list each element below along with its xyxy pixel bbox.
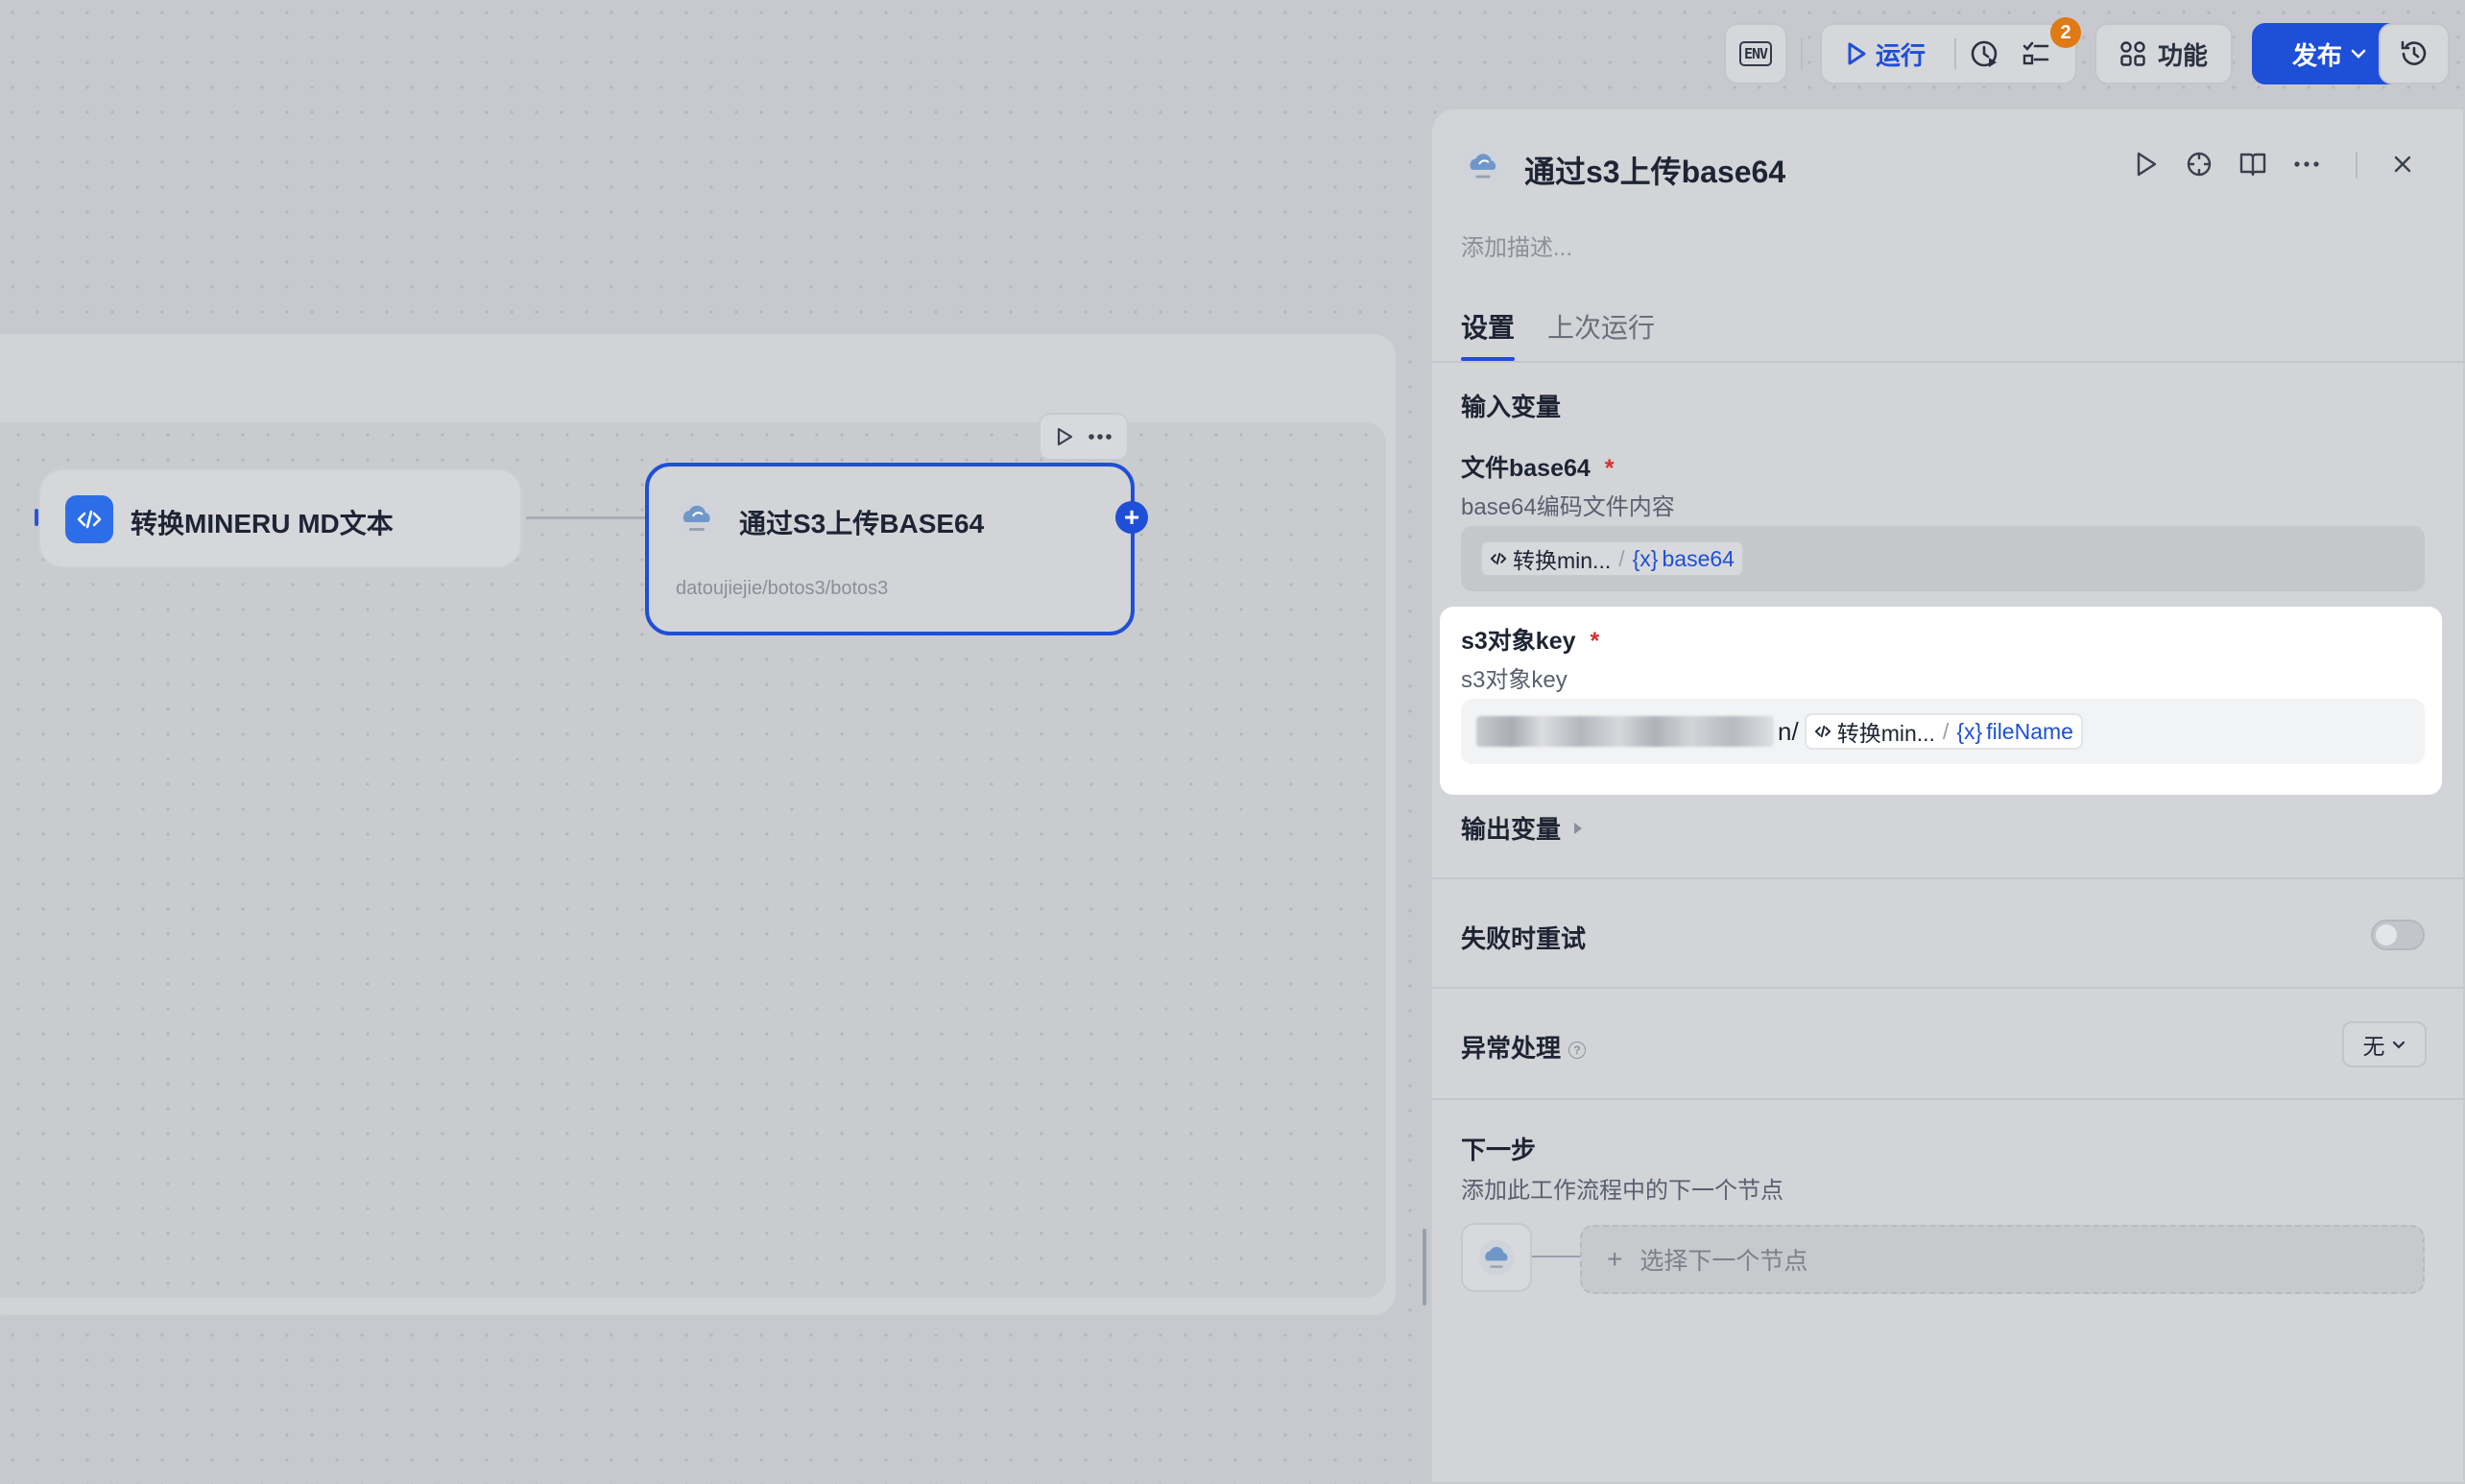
chip-variable-name: fileName	[1986, 718, 2073, 744]
env-icon: ENV	[1738, 41, 1773, 66]
variable-icon: {x}	[1956, 718, 1983, 744]
chevron-down-icon	[2392, 1041, 2405, 1049]
caret-right-icon	[1574, 822, 1583, 834]
toggle-knob	[2376, 924, 2397, 945]
panel-resize-handle[interactable]	[1423, 1229, 1426, 1305]
retry-label: 失败时重试	[1461, 924, 1587, 953]
play-icon[interactable]	[1054, 426, 1075, 447]
select-next-node-label: 选择下一个节点	[1639, 1248, 1808, 1275]
code-icon	[1490, 552, 1507, 565]
node-subtitle: datoujiejie/botos3/botos3	[676, 578, 889, 599]
version-history-button[interactable]	[2379, 23, 2450, 84]
play-icon	[1848, 42, 1866, 65]
more-icon	[2294, 161, 2319, 167]
panel-cloud-icon	[1461, 144, 1505, 193]
crosshair-icon	[2187, 152, 2212, 177]
required-marker: *	[1604, 455, 1615, 482]
chevron-down-icon	[2351, 49, 2366, 59]
redacted-text	[1476, 716, 1774, 747]
edge-code-to-s3	[526, 516, 645, 519]
current-node-badge	[1461, 1223, 1532, 1292]
book-icon	[2239, 153, 2266, 177]
node-mini-toolbar	[1039, 413, 1129, 461]
group-separator	[1954, 38, 1957, 69]
chip-node-name: 转换min...	[1513, 548, 1612, 573]
help-icon[interactable]: ?	[1568, 1041, 1587, 1060]
run-button[interactable]: 运行	[1845, 36, 1926, 72]
chip-variable-name: base64	[1662, 545, 1735, 571]
tab-last-run[interactable]: 上次运行	[1547, 307, 1655, 346]
s3-key-input[interactable]: n/ 转换min... / {x} fileName	[1461, 699, 2425, 764]
input-variables-title: 输入变量	[1461, 393, 1562, 421]
chip-node-name: 转换min...	[1836, 721, 1935, 746]
run-node-button[interactable]	[2133, 150, 2160, 179]
variable-reference-chip[interactable]: 转换min... / {x} base64	[1480, 540, 1744, 577]
node-convert-mineru[interactable]: 转换MINERU MD文本	[38, 468, 522, 568]
env-button[interactable]: ENV	[1724, 23, 1787, 84]
apps-icon	[2120, 41, 2145, 66]
key-path-suffix: n/	[1778, 716, 1799, 746]
field-description: base64编码文件内容	[1461, 494, 1675, 520]
features-label: 功能	[2157, 40, 2208, 70]
checklist-icon	[2022, 41, 2049, 65]
error-handling-select[interactable]: 无	[2342, 1021, 2427, 1067]
add-next-node-button[interactable]: +	[1115, 501, 1148, 534]
features-button[interactable]: 功能	[2094, 23, 2233, 84]
section-divider	[1430, 987, 2465, 989]
tab-settings[interactable]: 设置	[1461, 307, 1515, 346]
section-divider	[1430, 1098, 2465, 1100]
cloud-icon	[1478, 1239, 1515, 1276]
locate-node-button[interactable]	[2185, 150, 2214, 179]
code-icon	[65, 495, 113, 543]
output-variables-toggle[interactable]: 输出变量	[1461, 810, 1584, 846]
play-icon	[2137, 152, 2157, 177]
node-s3-upload[interactable]: 通过S3上传BASE64 datoujiejie/botos3/botos3	[645, 463, 1135, 635]
more-icon[interactable]	[1087, 426, 1113, 447]
cloud-icon	[674, 495, 720, 546]
docs-button[interactable]	[2238, 150, 2267, 179]
node-title: 转换MINERU MD文本	[131, 509, 394, 539]
code-icon	[1814, 725, 1831, 738]
toolbar-divider	[1801, 38, 1803, 69]
field-label-s3-key: s3对象key *	[1461, 628, 1600, 655]
run-label: 运行	[1876, 40, 1927, 70]
run-group: 运行	[1820, 23, 2077, 84]
field-label-file-base64: 文件base64 *	[1461, 455, 1615, 482]
more-options-button[interactable]	[2292, 154, 2321, 175]
node-title: 通过S3上传BASE64	[739, 509, 985, 539]
close-panel-button[interactable]	[2390, 152, 2415, 177]
checklist-badge: 2	[2050, 17, 2081, 48]
close-icon	[2394, 156, 2411, 173]
section-divider	[1430, 877, 2465, 879]
publish-label: 发布	[2291, 40, 2342, 70]
header-divider	[2356, 152, 2357, 179]
variable-icon: {x}	[1632, 545, 1659, 571]
description-input[interactable]: 添加描述...	[1461, 228, 1572, 262]
required-marker: *	[1590, 628, 1600, 655]
error-handling-label: 异常处理?	[1461, 1029, 1587, 1065]
clock-play-icon	[1971, 40, 1998, 67]
field-description: s3对象key	[1461, 667, 1568, 693]
variable-reference-chip[interactable]: 转换min... / {x} fileName	[1804, 713, 2083, 750]
tabs-divider	[1430, 361, 2465, 363]
select-next-node-button[interactable]: + 选择下一个节点	[1580, 1225, 2425, 1294]
retry-toggle[interactable]	[2371, 920, 2425, 950]
plus-icon: +	[1607, 1244, 1623, 1274]
run-history-button[interactable]	[1970, 38, 2000, 69]
next-step-connector	[1532, 1256, 1580, 1257]
next-step-description: 添加此工作流程中的下一个节点	[1461, 1178, 1783, 1204]
history-icon	[2401, 40, 2427, 65]
panel-title[interactable]: 通过s3上传base64	[1524, 148, 1785, 192]
checklist-button[interactable]	[2022, 39, 2050, 68]
file-base64-input[interactable]: 转换min... / {x} base64	[1461, 526, 2425, 591]
next-step-title: 下一步	[1461, 1136, 1537, 1164]
